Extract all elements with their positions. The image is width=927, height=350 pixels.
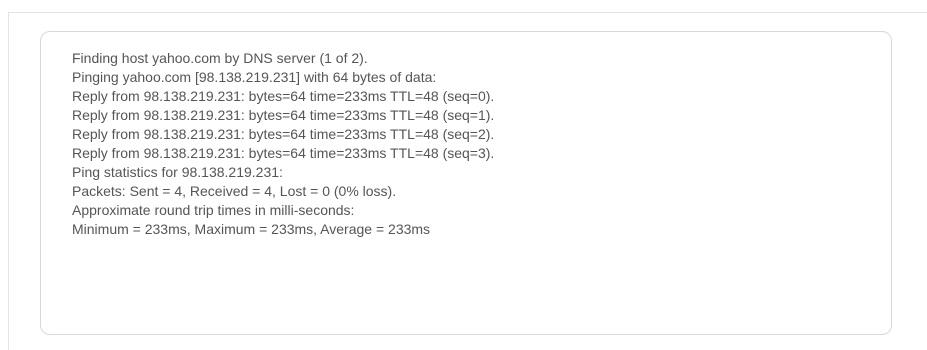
ping-result-lines: Finding host yahoo.com by DNS server (1 … (72, 49, 494, 239)
statistics-heading-line: Ping statistics for 98.138.219.231: (72, 164, 283, 180)
pinging-target-line: Pinging yahoo.com [98.138.219.231] with … (72, 69, 437, 85)
ping-result-output[interactable]: Finding host yahoo.com by DNS server (1 … (40, 31, 892, 335)
round-trip-summary-line: Minimum = 233ms, Maximum = 233ms, Averag… (72, 221, 431, 237)
reply-line-seq-2: Reply from 98.138.219.231: bytes=64 time… (72, 126, 495, 142)
panel-left-border (8, 12, 9, 350)
dns-lookup-line: Finding host yahoo.com by DNS server (1 … (72, 50, 368, 66)
packets-summary-line: Packets: Sent = 4, Received = 4, Lost = … (72, 183, 397, 199)
reply-line-seq-0: Reply from 98.138.219.231: bytes=64 time… (72, 88, 495, 104)
reply-line-seq-3: Reply from 98.138.219.231: bytes=64 time… (72, 145, 495, 161)
diagnostic-page: Finding host yahoo.com by DNS server (1 … (0, 0, 927, 350)
reply-line-seq-1: Reply from 98.138.219.231: bytes=64 time… (72, 107, 495, 123)
panel-top-border (8, 12, 927, 13)
round-trip-heading-line: Approximate round trip times in milli-se… (72, 202, 355, 218)
